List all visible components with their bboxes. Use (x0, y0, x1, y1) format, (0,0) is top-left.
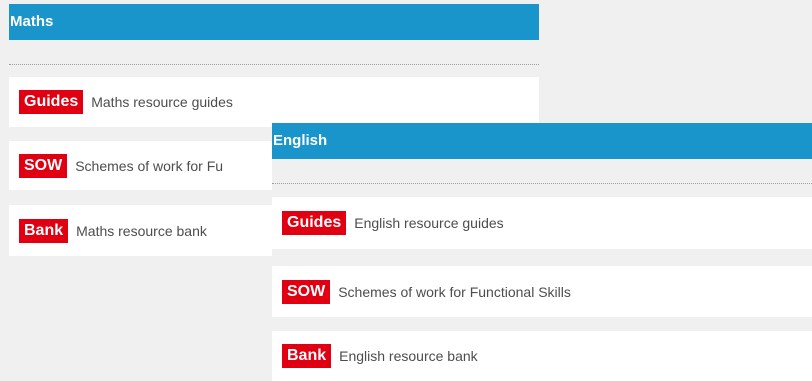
maths-divider (9, 64, 539, 65)
english-bank-badge[interactable]: Bank (282, 344, 332, 368)
maths-guides-badge[interactable]: Guides (19, 90, 84, 114)
english-divider (272, 183, 812, 184)
english-guides-link[interactable]: English resource guides (354, 215, 503, 231)
maths-panel-title: Maths (9, 4, 539, 40)
maths-bank-link[interactable]: Maths resource bank (76, 223, 207, 239)
maths-guides-link[interactable]: Maths resource guides (91, 94, 233, 110)
english-panel-title: English (272, 123, 812, 159)
english-row-sow[interactable]: SOW Schemes of work for Functional Skill… (272, 266, 812, 317)
english-guides-badge[interactable]: Guides (282, 211, 347, 235)
english-sow-link[interactable]: Schemes of work for Functional Skills (338, 284, 571, 300)
english-sow-badge[interactable]: SOW (282, 279, 331, 304)
maths-sow-badge[interactable]: SOW (19, 153, 68, 178)
maths-row-guides[interactable]: Guides Maths resource guides (9, 77, 539, 127)
maths-bank-badge[interactable]: Bank (19, 218, 69, 243)
english-panel: English Guides English resource guides S… (272, 123, 812, 381)
english-bank-link[interactable]: English resource bank (339, 348, 478, 364)
english-row-guides[interactable]: Guides English resource guides (272, 197, 812, 249)
maths-sow-link[interactable]: Schemes of work for Fu (75, 158, 223, 174)
english-row-bank[interactable]: Bank English resource bank (272, 331, 812, 381)
